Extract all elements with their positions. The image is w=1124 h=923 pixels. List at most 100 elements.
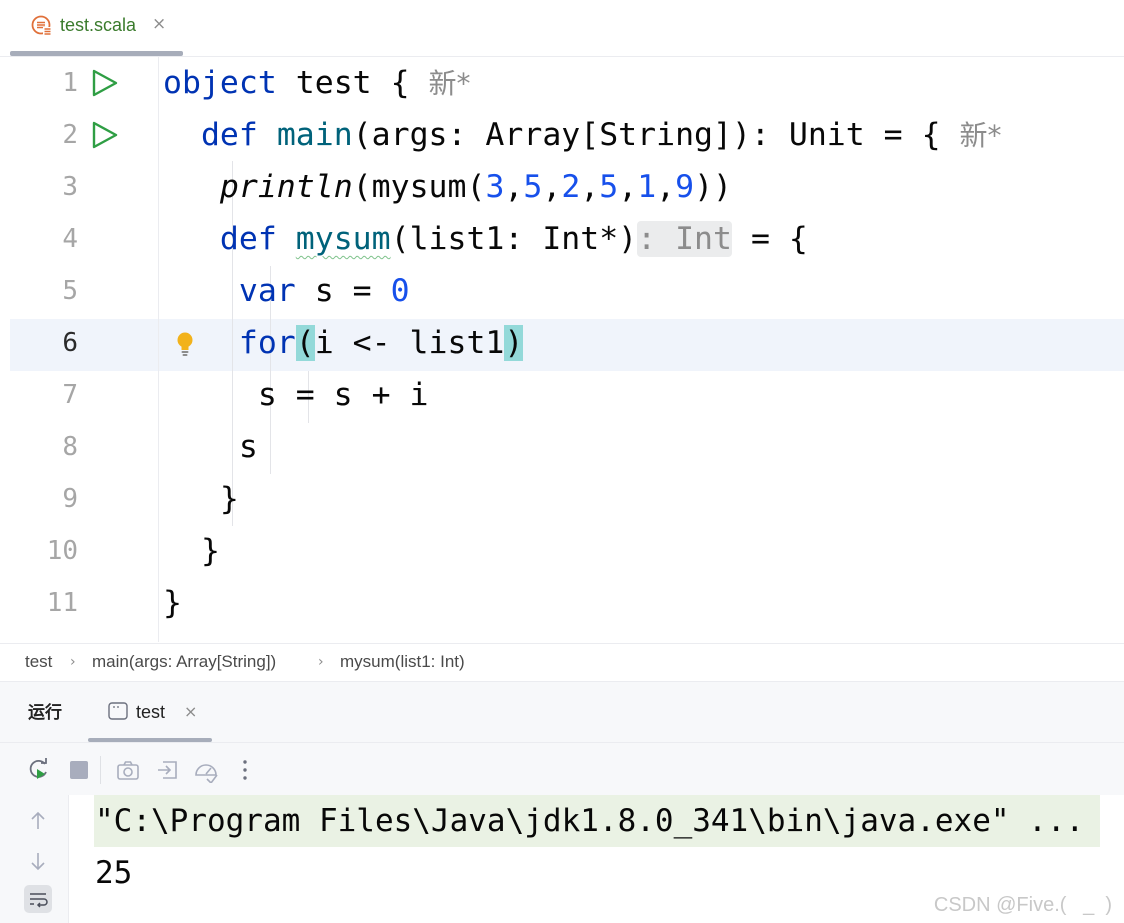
code-text: for(i <- list1) (163, 317, 524, 369)
code-line-2[interactable]: 2 def main(args: Array[String]): Unit = … (0, 109, 1124, 161)
comma: , (618, 169, 638, 205)
function-name: main (276, 117, 353, 153)
profiler-gauge-icon[interactable] (193, 757, 219, 783)
run-gutter-icon[interactable] (90, 68, 120, 98)
code-token: s (238, 429, 258, 465)
number-literal: 9 (675, 169, 695, 205)
line-number: 2 (62, 120, 78, 150)
code-token: } (219, 481, 239, 517)
function-name: mysum (295, 221, 391, 257)
code-token: = { (750, 221, 808, 257)
run-tab-label: test (136, 702, 166, 722)
code-text: var s = 0 (163, 265, 410, 317)
line-number: 10 (46, 536, 78, 566)
run-tool-window: 运行 test × "C:\Program Files\Java\jdk1.8.… (0, 681, 1124, 923)
file-tab-test-scala[interactable]: test.scala × (10, 0, 183, 56)
breadcrumb-item-main[interactable]: main(args: Array[String]) (92, 652, 276, 672)
restore-layout-icon[interactable] (155, 757, 181, 783)
code-token: (list1: Int*) (390, 221, 638, 257)
arrow-up-icon[interactable] (24, 807, 52, 835)
line-number: 1 (62, 68, 78, 98)
code-token: (mysum( (352, 169, 486, 205)
line-number: 3 (62, 172, 78, 202)
code-line-11[interactable]: 11 } (0, 577, 1124, 629)
line-number: 7 (62, 380, 78, 410)
breadcrumb-separator: › (318, 654, 324, 670)
editor-tab-bar: test.scala × (0, 0, 1124, 57)
comma: , (580, 169, 600, 205)
code-token: )) (694, 169, 733, 205)
brace: { (390, 65, 410, 101)
code-line-7[interactable]: 7 s = s + i (0, 369, 1124, 421)
code-line-5[interactable]: 5 var s = 0 (0, 265, 1124, 317)
run-config-tab-test[interactable]: test × (88, 682, 212, 742)
run-panel-title: 运行 (28, 703, 62, 723)
breadcrumb: test › main(args: Array[String]) › mysum… (0, 643, 1124, 681)
code-line-9[interactable]: 9 } (0, 473, 1124, 525)
code-text: def mysum(list1: Int*): Int = { (163, 213, 808, 265)
code-text: } (163, 577, 182, 629)
code-text: println(mysum(3,5,2,5,1,9)) (163, 161, 732, 213)
code-token: } (163, 585, 182, 621)
number-literal: 1 (637, 169, 657, 205)
number-literal: 5 (523, 169, 543, 205)
code-line-4[interactable]: 4 def mysum(list1: Int*): Int = { (0, 213, 1124, 265)
code-token: s = (314, 273, 372, 309)
code-text: } (163, 473, 239, 525)
breadcrumb-separator: › (70, 654, 76, 670)
code-text: } (163, 525, 220, 577)
object-name: test (295, 65, 372, 101)
run-gutter-icon[interactable] (90, 120, 120, 150)
code-editor[interactable]: 1 object test { 新* 2 def main(args: Arra… (0, 57, 1124, 642)
code-line-6[interactable]: 6 for(i <- list1) (0, 317, 1124, 369)
line-number: 8 (62, 432, 78, 462)
console-output: 25 (95, 855, 133, 891)
rerun-icon[interactable] (26, 757, 52, 783)
scala-file-icon (31, 15, 52, 36)
println-call: println (219, 169, 353, 205)
line-number: 11 (46, 588, 78, 618)
arrow-down-icon[interactable] (24, 847, 52, 875)
close-tab-icon[interactable]: × (152, 12, 166, 36)
number-literal: 5 (599, 169, 619, 205)
camera-icon[interactable] (115, 757, 141, 783)
comma: , (656, 169, 676, 205)
new-marker: 新* (428, 67, 471, 100)
comma: , (542, 169, 562, 205)
number-literal: 0 (390, 273, 410, 309)
keyword: def (200, 117, 258, 153)
number-literal: 2 (561, 169, 581, 205)
breadcrumb-item-test[interactable]: test (25, 652, 52, 672)
new-marker: 新* (959, 119, 1002, 152)
run-toolbar (0, 742, 1124, 795)
code-token: } (200, 533, 220, 569)
file-tab-label: test.scala (60, 15, 137, 35)
comma: , (504, 169, 524, 205)
keyword: def (219, 221, 277, 257)
close-tab-icon[interactable]: × (184, 700, 197, 724)
keyword: object (163, 65, 277, 101)
matched-paren: ( (295, 325, 315, 361)
line-number: 6 (62, 328, 78, 358)
code-text: s = s + i (163, 369, 429, 421)
watermark: CSDN @Five.( _ ) (933, 894, 1112, 916)
active-tab-indicator (10, 51, 183, 56)
console-icon (108, 702, 128, 720)
breadcrumb-item-mysum[interactable]: mysum(list1: Int) (340, 652, 465, 672)
stop-icon[interactable] (66, 757, 92, 783)
soft-wrap-icon[interactable] (24, 885, 52, 913)
number-literal: 3 (485, 169, 505, 205)
line-number: 9 (62, 484, 78, 514)
keyword: for (238, 325, 296, 361)
code-line-3[interactable]: 3 println(mysum(3,5,2,5,1,9)) (0, 161, 1124, 213)
code-text: object test { 新* (163, 57, 471, 110)
code-token: (args: Array[String]): Unit = { (352, 117, 941, 153)
toolbar-separator (100, 756, 101, 784)
more-options-icon[interactable] (232, 757, 258, 783)
line-number: 4 (62, 224, 78, 254)
code-line-10[interactable]: 10 } (0, 525, 1124, 577)
code-line-1[interactable]: 1 object test { 新* (0, 57, 1124, 109)
code-text: s (163, 421, 258, 473)
code-line-8[interactable]: 8 s (0, 421, 1124, 473)
code-token: s = s + i (257, 377, 429, 413)
